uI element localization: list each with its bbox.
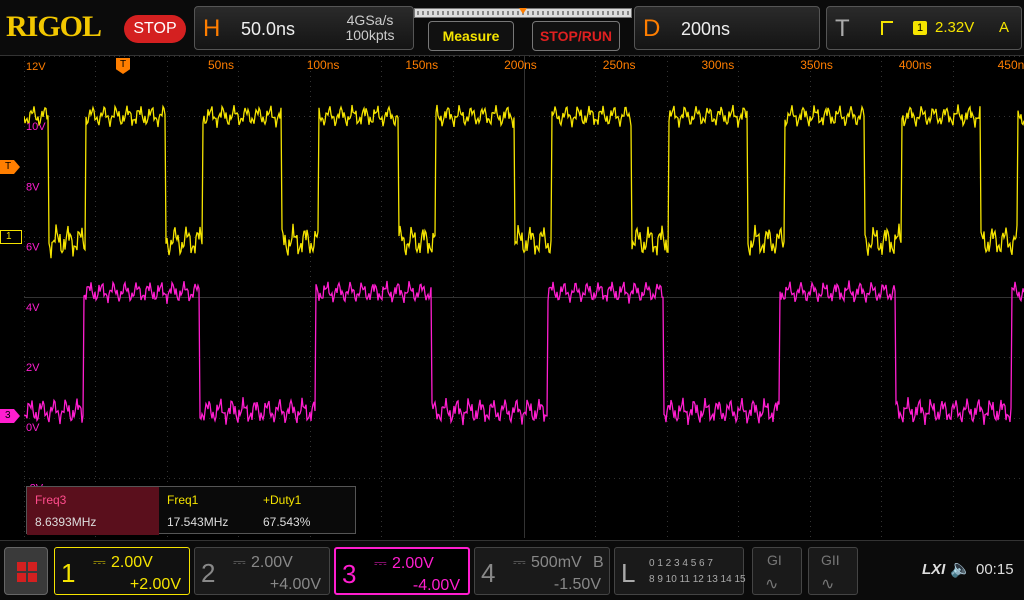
- measurement-value: 67.543%: [263, 515, 311, 529]
- measurement-value: 8.6393MHz: [35, 515, 97, 529]
- memory-depth: 100kpts: [345, 27, 395, 43]
- logic-letter: L: [621, 558, 636, 588]
- dc-coupling-icon: ⎓: [93, 554, 106, 571]
- generator-2-button[interactable]: GII ∿: [808, 547, 858, 595]
- measurement-panel: Freq3 8.6393MHz Freq1 17.543MHz +Duty1 6…: [26, 486, 356, 535]
- logic-channels-row1: 0 1 2 3 4 5 6 7: [649, 558, 713, 569]
- trigger-mode: A: [999, 19, 1010, 36]
- logic-channels-row2: 8 9 10 11 12 13 14 15: [649, 574, 746, 585]
- channel-1-offset: +2.00V: [129, 576, 181, 593]
- lxi-icon: LXI: [922, 561, 946, 578]
- channel-3-scale: 2.00V: [392, 555, 434, 572]
- dc-coupling-icon: ⎓: [374, 555, 387, 572]
- channel-4-offset: -1.50V: [553, 576, 601, 593]
- measurement-label: Freq1: [167, 493, 199, 507]
- trigger-level: 2.32V: [935, 19, 975, 36]
- run-state-badge[interactable]: STOP: [124, 15, 186, 43]
- time-axis-label: 450ns: [998, 58, 1024, 72]
- clock-time: 00:15: [976, 561, 1014, 578]
- time-axis-label: 300ns: [702, 58, 735, 72]
- measurement-freq1[interactable]: Freq1 17.543MHz: [159, 487, 255, 535]
- trigger-source-badge: 1: [913, 21, 927, 35]
- time-axis-label: 250ns: [603, 58, 636, 72]
- delay-letter: D: [643, 15, 661, 42]
- measurement-value: 17.543MHz: [167, 515, 229, 529]
- stop-run-button[interactable]: STOP/RUN: [532, 21, 620, 51]
- channel-2-number: 2: [201, 558, 216, 588]
- measurement-label: Freq3: [35, 493, 67, 507]
- dc-coupling-icon: ⎓: [233, 554, 246, 571]
- delay-block[interactable]: D 200ns: [634, 6, 820, 50]
- time-axis-label: 100ns: [307, 58, 340, 72]
- measurement-duty1[interactable]: +Duty1 67.543%: [255, 487, 355, 535]
- memory-position-bar[interactable]: [414, 8, 632, 18]
- measurement-label: +Duty1: [263, 493, 302, 507]
- time-axis-label: 350ns: [800, 58, 833, 72]
- bottom-bar: 1 ⎓ 2.00V +2.00V 2 ⎓ 2.00V +4.00V 3 ⎓ 2.…: [0, 540, 1024, 600]
- time-axis-label: 200ns: [504, 58, 537, 72]
- time-axis-label: 150ns: [405, 58, 438, 72]
- trigger-level-marker[interactable]: T: [0, 160, 20, 174]
- logic-analyzer-panel[interactable]: L 0 1 2 3 4 5 6 7 8 9 10 11 12 13 14 15: [614, 547, 746, 595]
- voltage-axis-label: 6V: [26, 242, 40, 254]
- time-axis-label: 50ns: [208, 58, 234, 72]
- generator-1-label: GI: [767, 552, 782, 568]
- delay-value: 200ns: [681, 19, 731, 39]
- menu-icon[interactable]: [4, 547, 48, 595]
- channel-4-scale: 500mV: [531, 554, 582, 571]
- voltage-axis-label: 12V: [26, 61, 46, 73]
- voltage-axis-label: 2V: [26, 362, 40, 374]
- dc-coupling-icon: ⎓: [513, 554, 526, 571]
- rigol-logo: RIGOL: [6, 10, 102, 43]
- channel-2-scale: 2.00V: [251, 554, 293, 571]
- voltage-axis-label: 8V: [26, 181, 40, 193]
- horizontal-letter: H: [203, 15, 221, 42]
- channel-3-number: 3: [342, 559, 357, 589]
- measure-button[interactable]: Measure: [428, 21, 514, 51]
- sine-wave-icon: ∿: [821, 576, 835, 593]
- top-bar: RIGOL STOP H 50.0ns 4GSa/s 100kpts Measu…: [0, 0, 1024, 56]
- channel-1-panel[interactable]: 1 ⎓ 2.00V +2.00V: [54, 547, 190, 595]
- generator-1-button[interactable]: GI ∿: [752, 547, 802, 595]
- sine-wave-icon: ∿: [765, 576, 779, 593]
- channel-2-offset: +4.00V: [269, 576, 321, 593]
- measurement-freq3[interactable]: Freq3 8.6393MHz: [27, 487, 159, 535]
- speaker-muted-icon[interactable]: 🔈: [950, 559, 971, 579]
- voltage-axis-label: 4V: [26, 302, 40, 314]
- ch3-offset-marker[interactable]: 3: [0, 409, 20, 423]
- generator-2-label: GII: [821, 552, 840, 568]
- sample-rate: 4GSa/s: [346, 12, 394, 28]
- channel-4-bandwidth-limit: B: [593, 554, 604, 571]
- channel-1-scale: 2.00V: [111, 554, 153, 571]
- voltage-axis-label: 0V: [26, 422, 40, 434]
- channel-4-panel[interactable]: 4 ⎓ 500mV B -1.50V: [474, 547, 610, 595]
- time-axis-label: 400ns: [899, 58, 932, 72]
- trigger-letter: T: [835, 15, 850, 42]
- rising-edge-icon: [881, 21, 893, 35]
- channel-3-panel[interactable]: 3 ⎓ 2.00V -4.00V: [334, 547, 470, 595]
- channel-2-panel[interactable]: 2 ⎓ 2.00V +4.00V: [194, 547, 330, 595]
- waveform-grid: 50ns 100ns 150ns 200ns 250ns 300ns 350ns 400ns 4…: [24, 56, 1024, 538]
- timebase-value: 50.0ns: [241, 19, 296, 39]
- channel-1-number: 1: [61, 558, 76, 588]
- ch1-offset-marker[interactable]: 1: [0, 230, 22, 244]
- channel-4-number: 4: [481, 558, 496, 588]
- trigger-block[interactable]: T 1 2.32V A: [826, 6, 1022, 50]
- channel-3-offset: -4.00V: [412, 577, 460, 594]
- horizontal-block[interactable]: H 50.0ns 4GSa/s 100kpts: [194, 6, 414, 50]
- position-marker-icon: [519, 8, 527, 14]
